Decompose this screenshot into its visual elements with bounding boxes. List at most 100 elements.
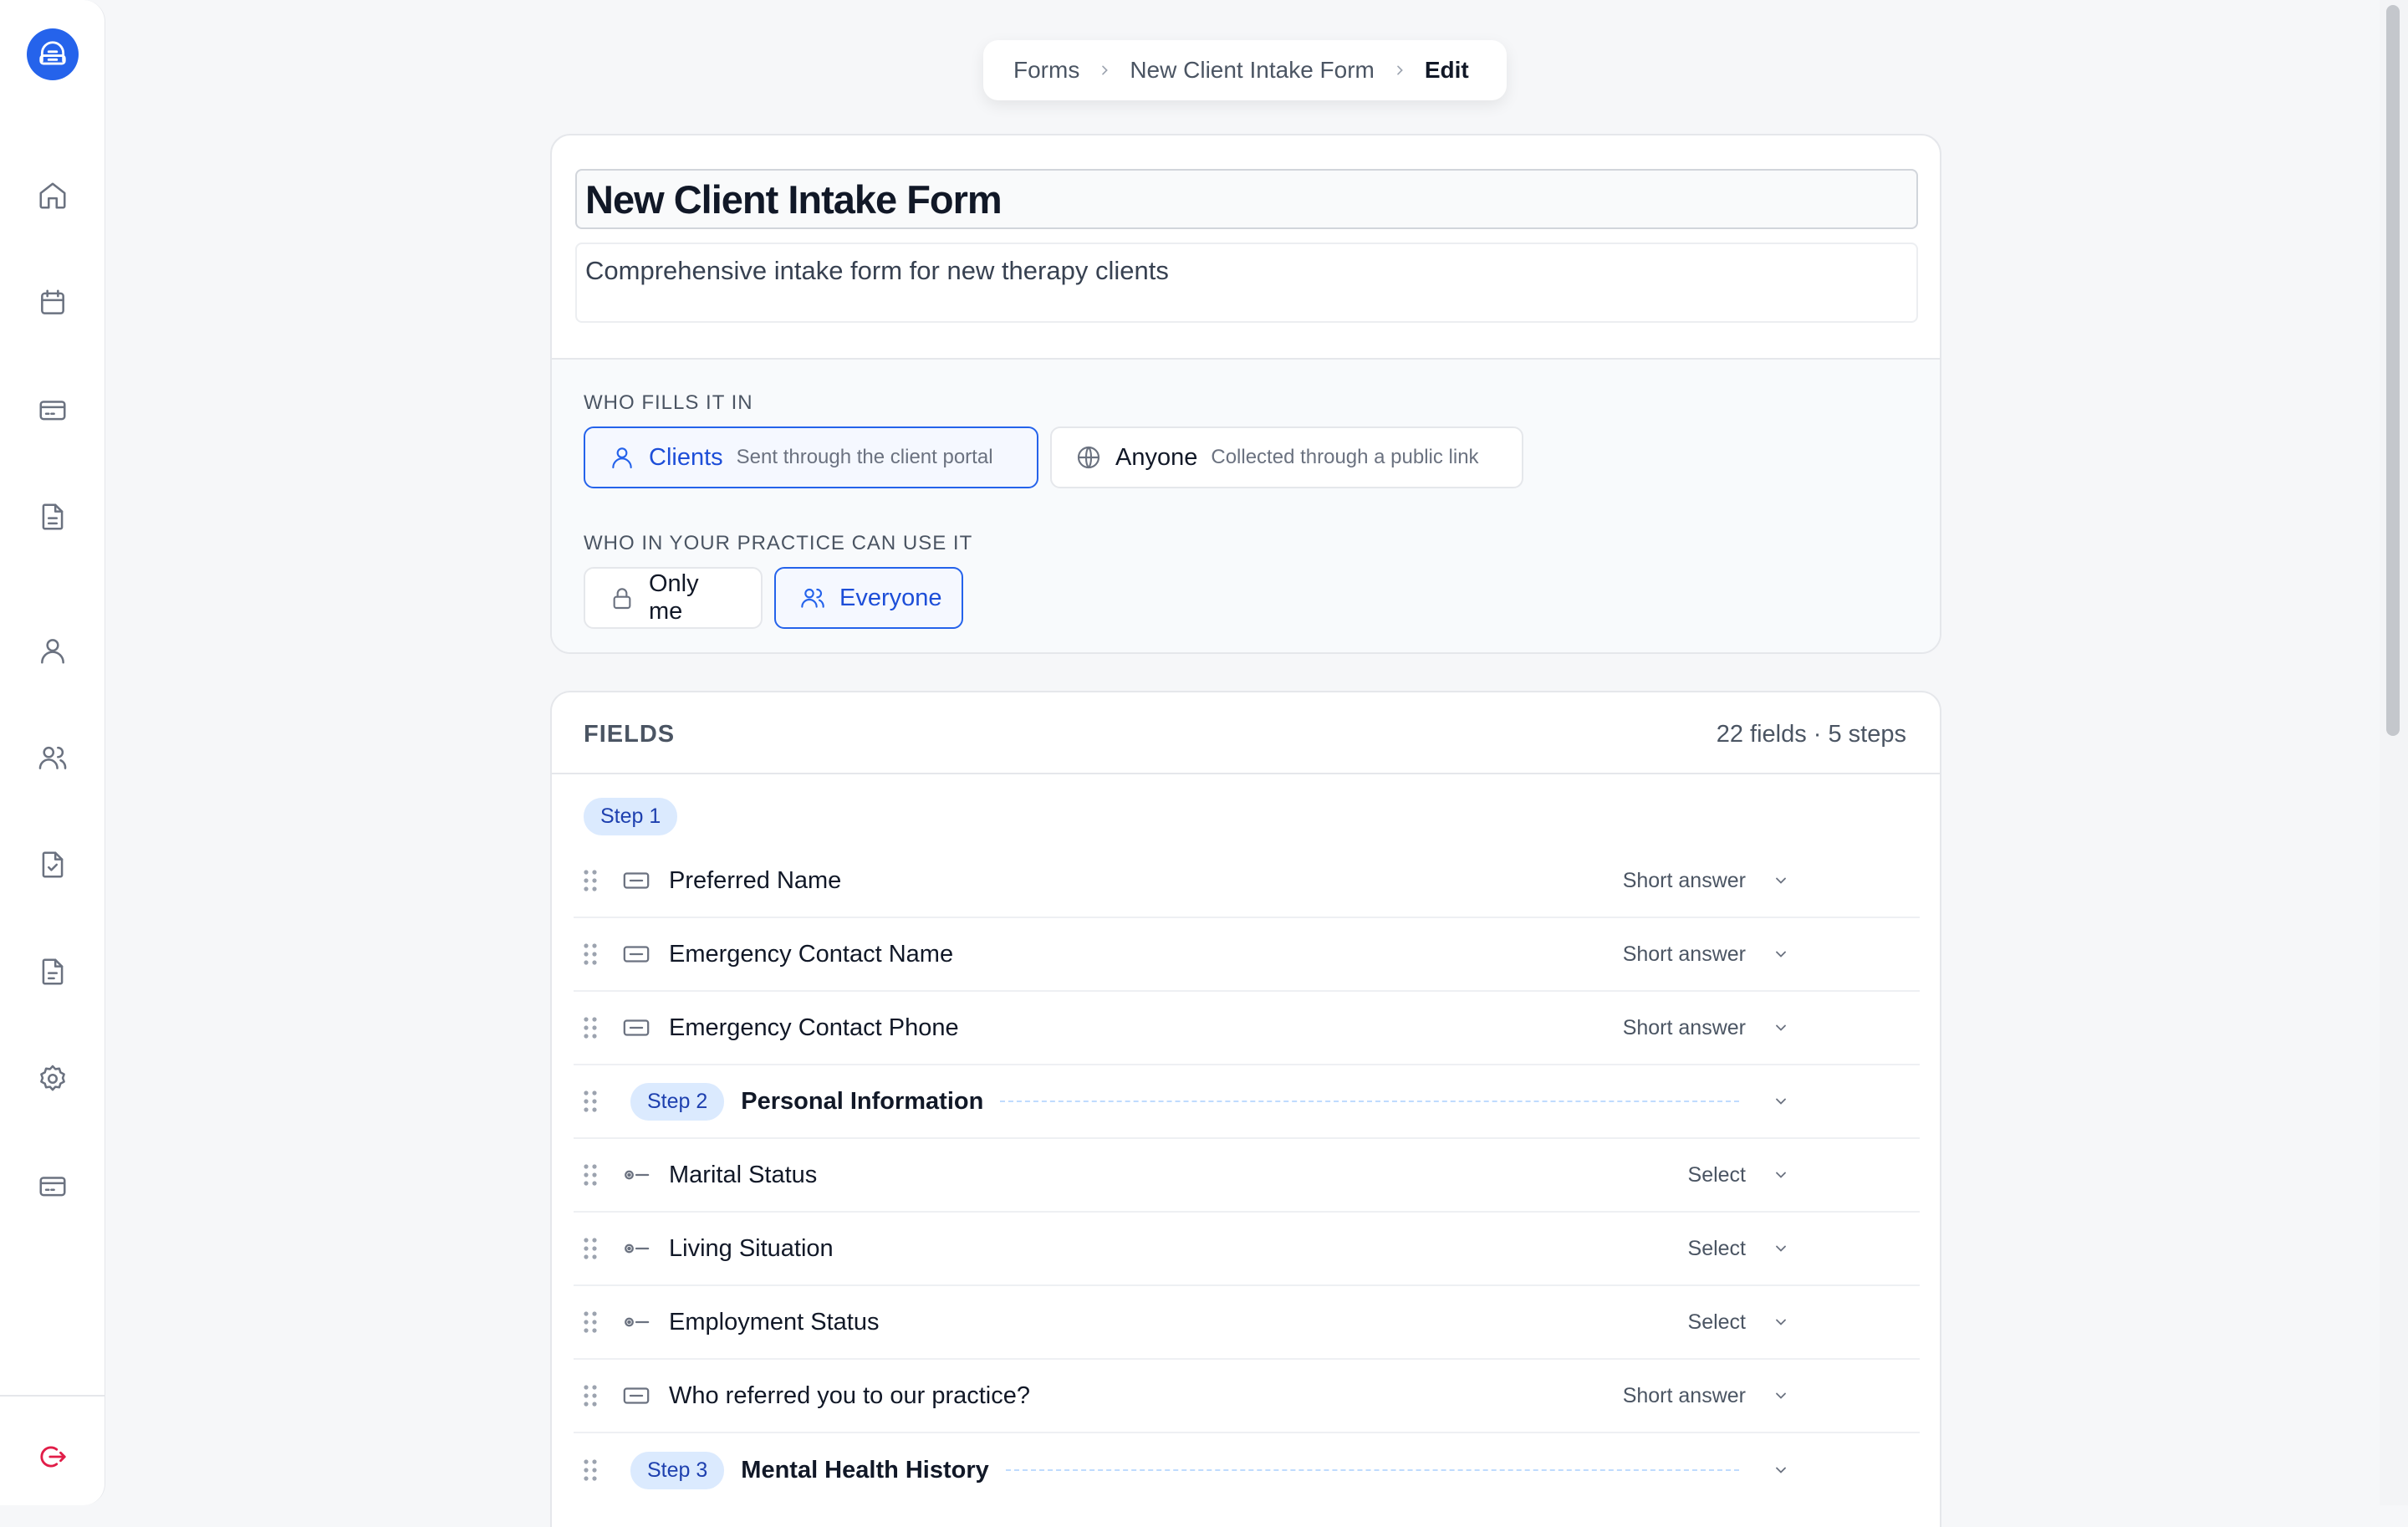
nav-clients[interactable] [33,631,73,671]
field-type-label[interactable]: Select [1688,1163,1746,1187]
breadcrumb: Forms New Client Intake Form Edit [983,40,1507,100]
globe-icon [1075,444,1102,471]
step-badge: Step 2 [630,1082,725,1121]
document-check-icon [42,851,64,878]
settings-area: WHO FILLS IT IN Clients Sent through the… [552,358,1940,652]
chevron-down-icon[interactable] [1773,1240,1789,1257]
step-row[interactable]: Step 2 Personal Information [574,1065,1920,1139]
drag-handle-icon[interactable] [582,1310,605,1334]
form-title-input[interactable]: New Client Intake Form [575,169,1918,229]
short-answer-icon [622,870,652,891]
chevron-down-icon[interactable] [1773,1314,1789,1330]
option-everyone-label: Everyone [839,584,942,611]
fields-card: FIELDS 22 fields · 5 steps Step 1 Prefer… [550,691,1941,1527]
drag-handle-icon[interactable] [582,1163,605,1187]
step-divider-line [1005,1469,1739,1471]
logo[interactable] [27,28,79,80]
document-icon [42,503,64,530]
chevron-down-icon[interactable] [1773,1093,1789,1110]
access-section-label: WHO IN YOUR PRACTICE CAN USE IT [584,532,973,554]
credit-card-icon [39,401,66,421]
nav-billing[interactable] [33,390,73,430]
option-clients[interactable]: Clients Sent through the client portal [584,426,1038,488]
field-row[interactable]: Marital Status Select [574,1139,1920,1213]
drag-handle-icon[interactable] [582,1016,605,1039]
field-label: Emergency Contact Phone [669,1014,959,1041]
nav-logout[interactable] [33,1437,73,1477]
step-badge: Step 3 [630,1451,725,1489]
option-anyone[interactable]: Anyone Collected through a public link [1050,426,1523,488]
nav-team[interactable] [33,738,73,778]
nav-calendar[interactable] [33,283,73,323]
select-icon [622,1164,652,1186]
option-only-me[interactable]: Only me [584,567,763,629]
drag-handle-icon[interactable] [582,1090,605,1113]
option-only-me-label: Only me [649,570,699,625]
field-row[interactable]: Who referred you to our practice? Short a… [574,1360,1920,1433]
field-row[interactable]: Preferred Name Short answer [574,845,1920,918]
field-type-label[interactable]: Short answer [1623,942,1746,967]
document-text-icon [42,958,64,985]
step-badge: Step 1 [584,798,678,835]
field-type-label[interactable]: Short answer [1623,869,1746,893]
field-type-label[interactable]: Short answer [1623,1016,1746,1040]
short-answer-icon [622,943,652,965]
field-row[interactable]: Emergency Contact Phone Short answer [574,992,1920,1065]
nav-forms[interactable] [33,845,73,885]
field-type-label[interactable]: Short answer [1623,1384,1746,1408]
step-title: Mental Health History [741,1456,989,1484]
option-clients-label: Clients [649,443,723,471]
sidebar-divider [0,1395,105,1397]
chevron-down-icon[interactable] [1773,946,1789,963]
field-row[interactable]: Living Situation Select [574,1213,1920,1286]
chevron-down-icon[interactable] [1773,1019,1789,1036]
nav-settings[interactable] [33,1059,73,1099]
step-row[interactable]: Step 3 Mental Health History [574,1433,1920,1507]
user-icon [609,444,635,471]
sidebar [0,0,105,1505]
app-logo-icon [39,41,66,65]
scrollbar[interactable] [2380,0,2408,1505]
chevron-right-icon [1393,64,1406,77]
field-type-label[interactable]: Select [1688,1310,1746,1335]
chevron-down-icon[interactable] [1773,1462,1789,1478]
field-label: Marital Status [669,1161,818,1188]
user-icon [41,639,64,664]
select-icon [622,1238,652,1259]
drag-handle-icon[interactable] [582,1384,605,1407]
lock-icon [609,585,635,611]
nav-home[interactable] [33,176,73,216]
nav-notes[interactable] [33,952,73,992]
drag-handle-icon[interactable] [582,869,605,892]
wallet-icon [39,1177,66,1197]
drag-handle-icon[interactable] [582,942,605,966]
chevron-down-icon[interactable] [1773,1167,1789,1183]
field-row[interactable]: Employment Status Select [574,1286,1920,1360]
field-type-label[interactable]: Select [1688,1237,1746,1261]
option-anyone-label: Anyone [1115,443,1198,471]
drag-handle-icon[interactable] [582,1458,605,1482]
option-everyone[interactable]: Everyone [774,567,963,629]
chevron-down-icon[interactable] [1773,872,1789,889]
chevron-down-icon[interactable] [1773,1387,1789,1404]
field-label: Preferred Name [669,866,842,894]
form-settings-card: New Client Intake Form Comprehensive int… [550,134,1941,654]
field-label: Emergency Contact Name [669,940,954,968]
option-clients-desc: Sent through the client portal [736,446,993,468]
nav-documents[interactable] [33,497,73,537]
users-icon [799,585,826,611]
breadcrumb-forms[interactable]: Forms [1013,57,1079,84]
nav-payments[interactable] [33,1166,73,1206]
field-row[interactable]: Emergency Contact Name Short answer [574,918,1920,992]
scrollbar-thumb[interactable] [2386,5,2400,736]
home-icon [39,182,66,209]
option-anyone-desc: Collected through a public link [1211,446,1479,468]
short-answer-icon [622,1017,652,1039]
step-title: Personal Information [741,1087,984,1115]
field-label: Employment Status [669,1308,880,1335]
fills-section-label: WHO FILLS IT IN [584,391,753,414]
drag-handle-icon[interactable] [582,1237,605,1260]
form-description-input[interactable]: Comprehensive intake form for new therap… [575,243,1918,323]
logout-icon [40,1446,66,1468]
breadcrumb-form-name[interactable]: New Client Intake Form [1130,57,1375,84]
